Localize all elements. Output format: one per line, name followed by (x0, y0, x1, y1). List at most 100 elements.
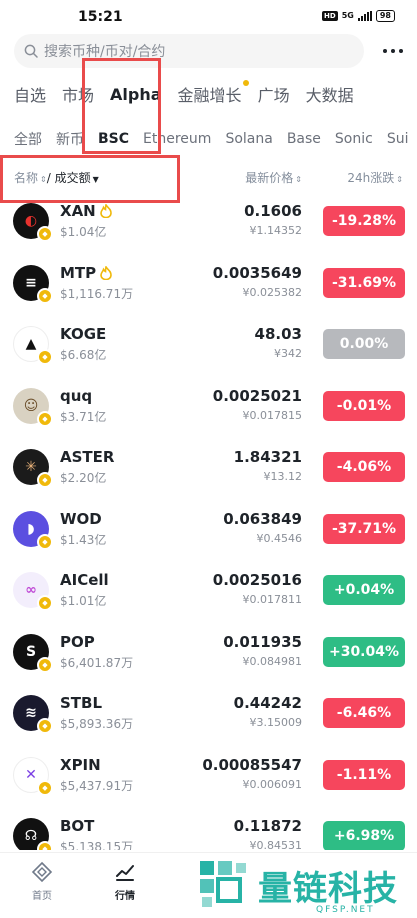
coin-fiat-price: ¥0.084981 (242, 654, 303, 668)
coin-volume: $3.71亿 (60, 409, 107, 424)
nav-home[interactable]: 首页 (12, 861, 72, 902)
change-badge[interactable]: +0.04% (323, 575, 405, 605)
change-badge[interactable]: +6.98% (323, 821, 405, 850)
coin-symbol: quq (60, 387, 92, 405)
coin-volume: $1.01亿 (60, 594, 107, 608)
watermark-logo: 量链科技 QFSP.NET (196, 855, 417, 918)
coin-fiat-price: ¥0.006091 (242, 777, 303, 791)
coin-row[interactable]: S ◆ POP $6,401.87万 0.011935 ¥0.084981 +30.04% (0, 623, 417, 685)
bsc-chain-badge-icon: ◆ (37, 349, 53, 365)
chain-tab-6[interactable]: Sonic (335, 131, 373, 147)
change-badge[interactable]: -19.28% (323, 206, 405, 236)
main-tabs: 自选 市场 Alpha 金融增长 广场 大数据 (14, 80, 370, 108)
coin-symbol: KOGE (60, 325, 106, 343)
main-tab-3[interactable]: 金融增长 (178, 80, 249, 106)
coin-price: 0.0035649 (212, 263, 302, 282)
sort-by-price[interactable]: 最新价格 ⇕ (245, 169, 302, 186)
change-badge[interactable]: -0.01% (323, 390, 405, 421)
sort-active-icon: ▼ (92, 175, 99, 184)
watermark-text: 量链科技 (258, 869, 398, 909)
chain-tab-5[interactable]: Base (287, 131, 321, 147)
chain-tab-7[interactable]: Sui (387, 131, 409, 147)
change-badge[interactable]: -6.46% (323, 698, 405, 728)
main-tab-0[interactable]: 自选 (14, 82, 46, 106)
chain-tabs: 全部 新币 BSC Ethereum Solana Base Sonic Sui (14, 128, 417, 150)
coin-symbol: WOD (60, 510, 102, 528)
coin-volume: $1,116.71万 (60, 286, 134, 301)
bsc-chain-badge-icon: ◆ (37, 287, 53, 304)
change-badge[interactable]: -1.11% (323, 759, 405, 790)
chain-tab-0[interactable]: 全部 (14, 129, 42, 149)
coin-row[interactable]: ◐ ◆ XAN $1.04亿 0.1606 ¥1.14352 -19.28% (0, 192, 417, 254)
column-header: 名称 ⇕/ 成交额 ▼ 最新价格 ⇕ 24h涨跌 ⇕ (0, 169, 417, 187)
search-input[interactable]: 搜索币种/币对/合约 (14, 34, 364, 68)
coin-symbol-text: STBL (60, 694, 103, 712)
coin-row[interactable]: ∞ ◆ AICell $1.01亿 0.0025016 ¥0.017811 +0.04% (0, 561, 417, 623)
coin-list[interactable]: ◐ ◆ XAN $1.04亿 0.1606 ¥1.14352 -19.28% ≡ ◆ MTP $1,… (0, 192, 417, 850)
main-tab-5[interactable]: 大数据 (306, 82, 354, 106)
coin-symbol-text: KOGE (60, 325, 107, 343)
coin-volume: $6.68亿 (60, 348, 107, 362)
column-change-label: 24h涨跌 (347, 171, 395, 185)
status-time: 15:21 (78, 9, 123, 25)
coin-row[interactable]: ☊ ◆ BOT $5,138.15万 0.11872 ¥0.84531 +6.98% (0, 807, 417, 850)
coin-fiat-price: ¥3.15009 (249, 716, 303, 729)
main-tab-2[interactable]: Alpha (110, 85, 162, 104)
bot-logo-icon: ☊ ◆ (13, 818, 53, 850)
bsc-chain-badge-icon: ◆ (37, 595, 53, 611)
more-options-icon[interactable] (383, 42, 403, 60)
coin-row[interactable]: ✕ ◆ XPIN $5,437.91万 0.00085547 ¥0.006091 -1.11… (0, 746, 417, 808)
status-indicators: HD 5G 98 (322, 10, 395, 22)
hd-badge: HD (322, 11, 338, 21)
main-tab-label: Alpha (110, 84, 162, 104)
nav-home-label: 首页 (32, 891, 52, 902)
change-badge[interactable]: -4.06% (323, 452, 405, 482)
change-badge[interactable]: -31.69% (323, 267, 405, 298)
coin-symbol: POP (60, 633, 95, 651)
aicell-logo-icon: ∞ ◆ (13, 572, 53, 611)
coin-price: 0.063849 (223, 509, 302, 528)
coin-price: 0.011935 (223, 632, 302, 651)
coin-fiat-price: ¥342 (274, 347, 302, 360)
chain-tab-1[interactable]: 新币 (56, 129, 84, 149)
nav-market[interactable]: 行情 (95, 861, 155, 902)
coin-row[interactable]: ☺ ◆ quq $3.71亿 0.0025021 ¥0.017815 -0.01% (0, 377, 417, 439)
coin-symbol-text: XAN (60, 202, 96, 220)
coin-fiat-price: ¥0.4546 (256, 531, 303, 545)
coin-row[interactable]: ▲ ◆ KOGE $6.68亿 48.03 ¥342 0.00% (0, 315, 417, 377)
coin-row[interactable]: ≋ ◆ STBL $5,893.36万 0.44242 ¥3.15009 -6.46% (0, 684, 417, 746)
sort-by-name-volume[interactable]: 名称 ⇕/ 成交额 ▼ (14, 169, 99, 186)
chain-tab-2[interactable]: BSC (98, 131, 129, 147)
sort-icon: ⇕ (40, 175, 47, 184)
watermark-mark-icon (200, 861, 246, 907)
main-tab-4[interactable]: 广场 (258, 82, 290, 106)
coin-price: 0.00085547 (202, 755, 302, 774)
change-badge[interactable]: +30.04% (323, 636, 405, 667)
bsc-chain-badge-icon: ◆ (37, 779, 53, 796)
chain-tab-4[interactable]: Solana (225, 131, 272, 147)
search-placeholder: 搜索币种/币对/合约 (44, 44, 166, 60)
search-icon (24, 44, 38, 58)
coin-row[interactable]: ◗ ◆ WOD $1.43亿 0.063849 ¥0.4546 -37.71% (0, 500, 417, 562)
main-tab-1[interactable]: 市场 (62, 82, 94, 106)
chain-tab-3[interactable]: Ethereum (143, 131, 211, 147)
change-badge[interactable]: 0.00% (323, 329, 405, 359)
pop-logo-icon: S ◆ (13, 633, 53, 673)
nav-market-label: 行情 (115, 891, 135, 902)
xan-logo-icon: ◐ ◆ (13, 203, 53, 242)
coin-volume: $1.43亿 (60, 532, 107, 547)
coin-row[interactable]: ≡ ◆ MTP $1,116.71万 0.0035649 ¥0.025382 -31.69% (0, 254, 417, 316)
coin-price: 48.03 (254, 325, 302, 343)
signal-icon (357, 11, 372, 21)
change-badge[interactable]: -37.71% (323, 513, 405, 544)
coin-symbol: MTP (60, 264, 112, 282)
coin-volume: $1.04亿 (60, 225, 107, 239)
coin-symbol: XAN (60, 202, 112, 220)
sort-by-change[interactable]: 24h涨跌 ⇕ (347, 169, 403, 186)
sort-icon: ⇕ (295, 175, 302, 184)
bsc-chain-badge-icon: ◆ (37, 718, 53, 734)
coin-price: 0.11872 (233, 817, 302, 835)
coin-symbol-text: BOT (60, 817, 95, 835)
coin-row[interactable]: ✳ ◆ ASTER $2.20亿 1.84321 ¥13.12 -4.06% (0, 438, 417, 500)
coin-symbol: AICell (60, 571, 109, 589)
